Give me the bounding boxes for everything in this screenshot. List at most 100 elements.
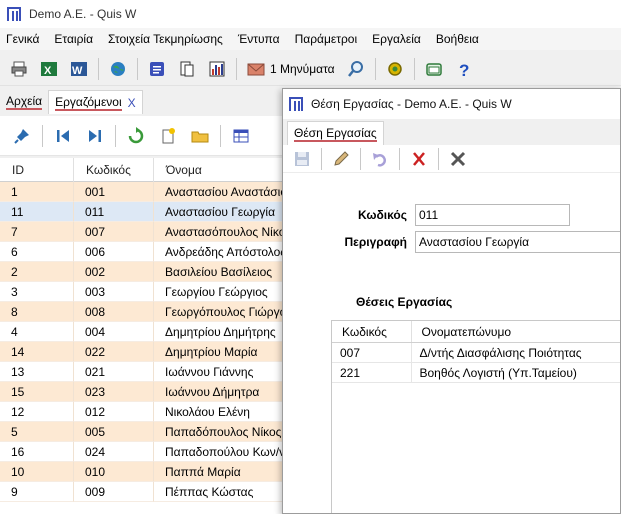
tab-job-position[interactable]: Θέση Εργασίας	[287, 121, 384, 145]
app-logo-icon	[7, 7, 21, 21]
search-button[interactable]	[344, 57, 368, 81]
tab-job-position-label: Θέση Εργασίας	[294, 125, 377, 142]
svg-text:X: X	[44, 65, 52, 77]
chart-button[interactable]	[205, 57, 229, 81]
grid-view-button[interactable]	[229, 124, 253, 148]
delete-icon	[413, 151, 425, 166]
first-icon	[57, 129, 69, 142]
menu-forms[interactable]: Έντυπα	[238, 32, 280, 46]
table-row[interactable]: 8 008 Γεωργόπουλος Γιώργος	[0, 302, 284, 322]
settings-button[interactable]	[383, 57, 407, 81]
globe-icon	[111, 61, 125, 76]
print-button[interactable]	[7, 57, 31, 81]
menu-help[interactable]: Βοήθεια	[436, 32, 479, 46]
list-toolbar	[0, 116, 284, 156]
edit-icon	[334, 150, 349, 166]
table-row[interactable]: 7 007 Αναστασόπουλος Νίκος	[0, 222, 284, 242]
cell-code: 004	[74, 322, 154, 342]
cell-name: Αναστασίου Γεωργία	[154, 202, 284, 222]
job-positions-grid: Κωδικός Ονοματεπώνυμο 007 Δ/ντής Διασφάλι…	[331, 320, 621, 513]
menu-documentation[interactable]: Στοιχεία Τεκμηρίωσης	[108, 32, 223, 46]
column-header-id[interactable]: ID	[0, 158, 74, 182]
last-record-button[interactable]	[83, 124, 107, 148]
sub-column-header-code[interactable]: Κωδικός	[332, 321, 412, 342]
table-row[interactable]: 6 006 Ανδρεάδης Απόστολος	[0, 242, 284, 262]
grid-icon	[233, 129, 249, 142]
modal-tabs: Θέση Εργασίας	[283, 119, 620, 145]
word-button[interactable]: W	[67, 57, 91, 81]
table-row[interactable]: 14 022 Δημητρίου Μαρία	[0, 342, 284, 362]
cell-name: Ιωάννου Δήμητρα	[154, 382, 284, 402]
table-row[interactable]: 12 012 Νικολάου Ελένη	[0, 402, 284, 422]
table-row[interactable]: 9 009 Πέππας Κώστας	[0, 482, 284, 502]
menu-company[interactable]: Εταιρία	[54, 32, 93, 46]
cancel-button[interactable]	[446, 147, 470, 171]
cell-id: 4	[0, 322, 74, 342]
cell-id: 9	[0, 482, 74, 502]
column-header-name[interactable]: Όνομα	[154, 158, 284, 182]
toolbar-separator	[438, 147, 439, 170]
table-row[interactable]: 4 004 Δημητρίου Δημήτρης	[0, 322, 284, 342]
menu-parameters[interactable]: Παράμετροι	[295, 32, 358, 46]
table-row[interactable]: 2 002 Βασιλείου Βασίλειος	[0, 262, 284, 282]
delete-button[interactable]	[407, 147, 431, 171]
code-field[interactable]: 011	[415, 204, 570, 226]
tab-employees[interactable]: Εργαζόμενοι X	[48, 90, 143, 114]
excel-button[interactable]: X	[37, 57, 61, 81]
title-bar: Demo A.E. - Quis W	[0, 0, 621, 28]
edit-button[interactable]	[329, 147, 353, 171]
sub-column-header-name[interactable]: Ονοματεπώνυμο	[412, 321, 621, 342]
toolbar-separator	[42, 124, 43, 147]
window-icon	[425, 62, 442, 76]
modal-title-bar: Θέση Εργασίας - Demo A.E. - Quis W	[283, 89, 620, 119]
table-row[interactable]: 15 023 Ιωάννου Δήμητρα	[0, 382, 284, 402]
calendar-button[interactable]	[145, 57, 169, 81]
messages-button[interactable]: 1 Μηνύματα	[244, 57, 338, 81]
gear-icon	[387, 61, 402, 76]
sub-table-row[interactable]: 007 Δ/ντής Διασφάλισης Ποιότητας	[332, 343, 621, 363]
sub-cell-code: 221	[332, 363, 412, 382]
table-row[interactable]: 5 005 Παπαδόπουλος Νίκος	[0, 422, 284, 442]
table-row[interactable]: 13 021 Ιωάννου Γιάννης	[0, 362, 284, 382]
undo-icon	[373, 152, 386, 167]
tab-files[interactable]: Αρχεία	[0, 90, 48, 114]
table-row[interactable]: 1 001 Αναστασίου Αναστάσιος	[0, 182, 284, 202]
pin-button[interactable]	[10, 124, 34, 148]
help-button[interactable]: ?	[452, 57, 476, 81]
open-folder-button[interactable]	[188, 124, 212, 148]
column-header-code[interactable]: Κωδικός	[74, 158, 154, 182]
menu-tools[interactable]: Εργαλεία	[372, 32, 421, 46]
modal-toolbar	[283, 145, 620, 173]
menu-general[interactable]: Γενικά	[6, 32, 39, 46]
web-button[interactable]	[106, 57, 130, 81]
new-record-button[interactable]	[156, 124, 180, 148]
description-field[interactable]: Αναστασίου Γεωργία	[415, 231, 620, 253]
window-button[interactable]	[422, 57, 446, 81]
sub-table-row[interactable]: 221 Βοηθός Λογιστή (Υπ.Ταμείου)	[332, 363, 620, 383]
printer-icon	[11, 61, 27, 76]
table-row[interactable]: 10 010 Παππά Μαρία	[0, 462, 284, 482]
cell-name: Γεωργόπουλος Γιώργος	[154, 302, 284, 322]
save-button[interactable]	[290, 147, 314, 171]
pages-button[interactable]	[175, 57, 199, 81]
undo-button[interactable]	[368, 147, 392, 171]
close-tab-button[interactable]: X	[128, 96, 136, 110]
excel-icon: X	[41, 61, 57, 77]
first-record-button[interactable]	[51, 124, 75, 148]
cell-id: 8	[0, 302, 74, 322]
table-row[interactable]: 3 003 Γεωργίου Γεώργιος	[0, 282, 284, 302]
app-logo-icon	[289, 97, 303, 111]
grid-header: ID Κωδικός Όνομα	[0, 158, 284, 182]
refresh-button[interactable]	[124, 124, 148, 148]
cell-code: 011	[74, 202, 154, 222]
table-row[interactable]: 11 011 Αναστασίου Γεωργία	[0, 202, 284, 222]
cell-name: Ανδρεάδης Απόστολος	[154, 242, 284, 262]
cell-code: 008	[74, 302, 154, 322]
sub-cell-name: Δ/ντής Διασφάλισης Ποιότητας	[412, 343, 621, 362]
cell-name: Νικολάου Ελένη	[154, 402, 284, 422]
search-icon	[347, 60, 363, 77]
svg-text:W: W	[72, 65, 83, 77]
tab-employees-label: Εργαζόμενοι	[55, 94, 122, 111]
table-row[interactable]: 16 024 Παπαδοπούλου Κων/να	[0, 442, 284, 462]
employees-grid: ID Κωδικός Όνομα 1 001 Αναστασίου Αναστάσι…	[0, 158, 284, 514]
